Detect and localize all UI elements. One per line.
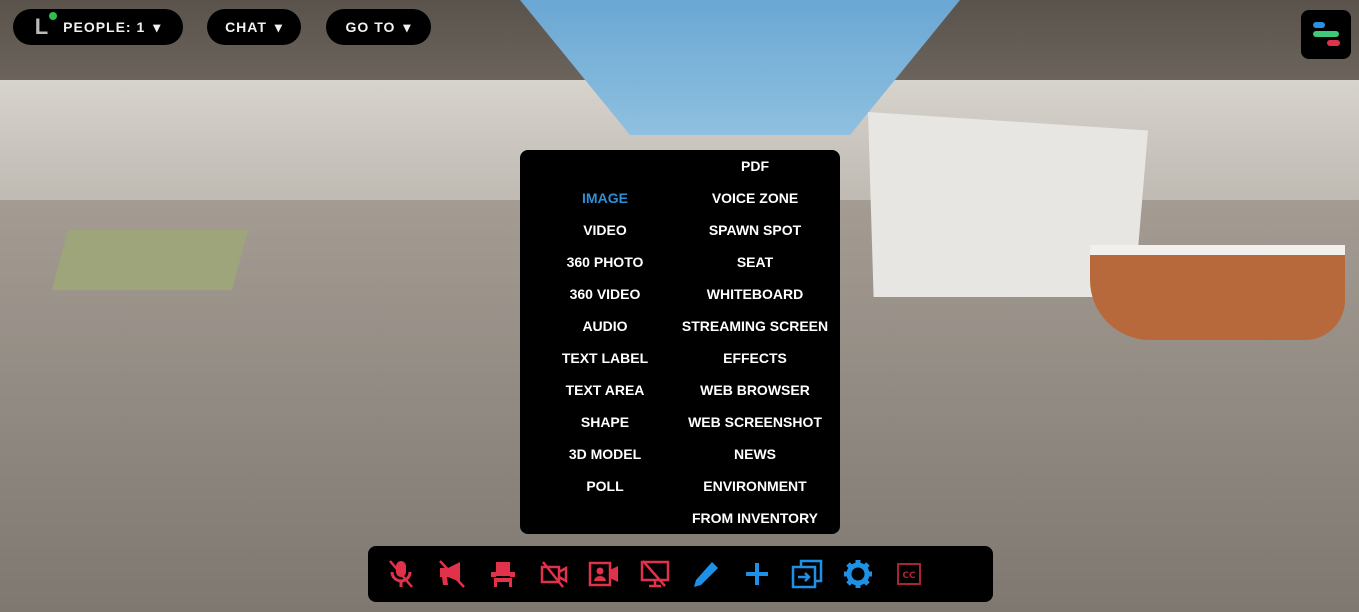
- menu-item-news[interactable]: NEWS: [675, 438, 835, 470]
- menu-item-streaming-screen[interactable]: STREAMING SCREEN: [675, 310, 835, 342]
- emoji-heart-eyes: 😍: [941, 573, 958, 592]
- menu-item-360-video[interactable]: 360 VIDEO: [525, 278, 685, 310]
- menu-item-spawn-spot[interactable]: SPAWN SPOT: [675, 214, 835, 246]
- pencil-icon[interactable]: [688, 556, 724, 592]
- screenshare-off-icon[interactable]: [637, 556, 673, 592]
- plus-icon[interactable]: [739, 556, 775, 592]
- menu-item-from-inventory[interactable]: FROM INVENTORY: [675, 502, 835, 534]
- menu-item-text-label[interactable]: TEXT LABEL: [525, 342, 685, 374]
- add-object-menu: IMAGE VIDEO 360 PHOTO 360 VIDEO AUDIO TE…: [520, 150, 840, 534]
- cc-label: CC: [902, 571, 916, 581]
- menu-item-whiteboard[interactable]: WHITEBOARD: [675, 278, 835, 310]
- menu-item-360-photo[interactable]: 360 PHOTO: [525, 246, 685, 278]
- video-profile-icon[interactable]: [586, 556, 622, 592]
- online-status-dot: [49, 12, 58, 20]
- chat-label: CHAT: [225, 19, 267, 35]
- people-button[interactable]: L PEOPLE: 1 ▾: [13, 9, 183, 45]
- reception-desk: [1090, 245, 1345, 340]
- chevron-down-icon: ▾: [153, 18, 162, 35]
- menu-item-poll[interactable]: POLL: [525, 470, 685, 502]
- camera-off-icon[interactable]: [536, 556, 572, 592]
- logo-bar-blue: [1313, 22, 1325, 28]
- menu-right-column: PDF VOICE ZONE SPAWN SPOT SEAT WHITEBOAR…: [675, 150, 835, 534]
- chat-button[interactable]: CHAT ▾: [207, 9, 301, 45]
- menu-item-voice-zone[interactable]: VOICE ZONE: [675, 182, 835, 214]
- emoji-wink: 😉: [959, 573, 976, 592]
- bottom-toolbar: CC 😀 😂 😍 😉: [368, 546, 993, 602]
- emoji-smile: 😀: [941, 555, 958, 574]
- go-to-button[interactable]: GO TO ▾: [326, 9, 431, 45]
- menu-left-column: IMAGE VIDEO 360 PHOTO 360 VIDEO AUDIO TE…: [525, 182, 685, 502]
- menu-item-audio[interactable]: AUDIO: [525, 310, 685, 342]
- emoji-reactions-button[interactable]: 😀 😂 😍 😉: [942, 556, 978, 592]
- emoji-laugh: 😂: [959, 555, 978, 574]
- menu-item-web-browser[interactable]: WEB BROWSER: [675, 374, 835, 406]
- avatar[interactable]: L: [35, 12, 58, 40]
- chevron-down-icon: ▾: [403, 18, 412, 35]
- app-menu-button[interactable]: [1301, 10, 1351, 59]
- speaker-off-icon[interactable]: [434, 556, 470, 592]
- go-to-label: GO TO: [345, 19, 396, 35]
- logo-bar-green: [1313, 31, 1339, 37]
- copy-enter-icon[interactable]: [789, 556, 825, 592]
- chevron-down-icon: ▾: [274, 18, 283, 35]
- gear-icon[interactable]: [840, 556, 876, 592]
- people-label: PEOPLE: 1: [63, 19, 146, 35]
- menu-item-text-area[interactable]: TEXT AREA: [525, 374, 685, 406]
- menu-item-3d-model[interactable]: 3D MODEL: [525, 438, 685, 470]
- logo-bar-red: [1327, 40, 1340, 46]
- table: [51, 230, 249, 290]
- menu-item-web-screenshot[interactable]: WEB SCREENSHOT: [675, 406, 835, 438]
- seat-icon[interactable]: [485, 556, 521, 592]
- menu-item-environment[interactable]: ENVIRONMENT: [675, 470, 835, 502]
- menu-item-seat[interactable]: SEAT: [675, 246, 835, 278]
- menu-item-pdf[interactable]: PDF: [675, 150, 835, 182]
- menu-item-image[interactable]: IMAGE: [525, 182, 685, 214]
- cc-icon[interactable]: CC: [891, 556, 927, 592]
- menu-item-shape[interactable]: SHAPE: [525, 406, 685, 438]
- mic-off-icon[interactable]: [383, 556, 419, 592]
- menu-item-video[interactable]: VIDEO: [525, 214, 685, 246]
- menu-item-effects[interactable]: EFFECTS: [675, 342, 835, 374]
